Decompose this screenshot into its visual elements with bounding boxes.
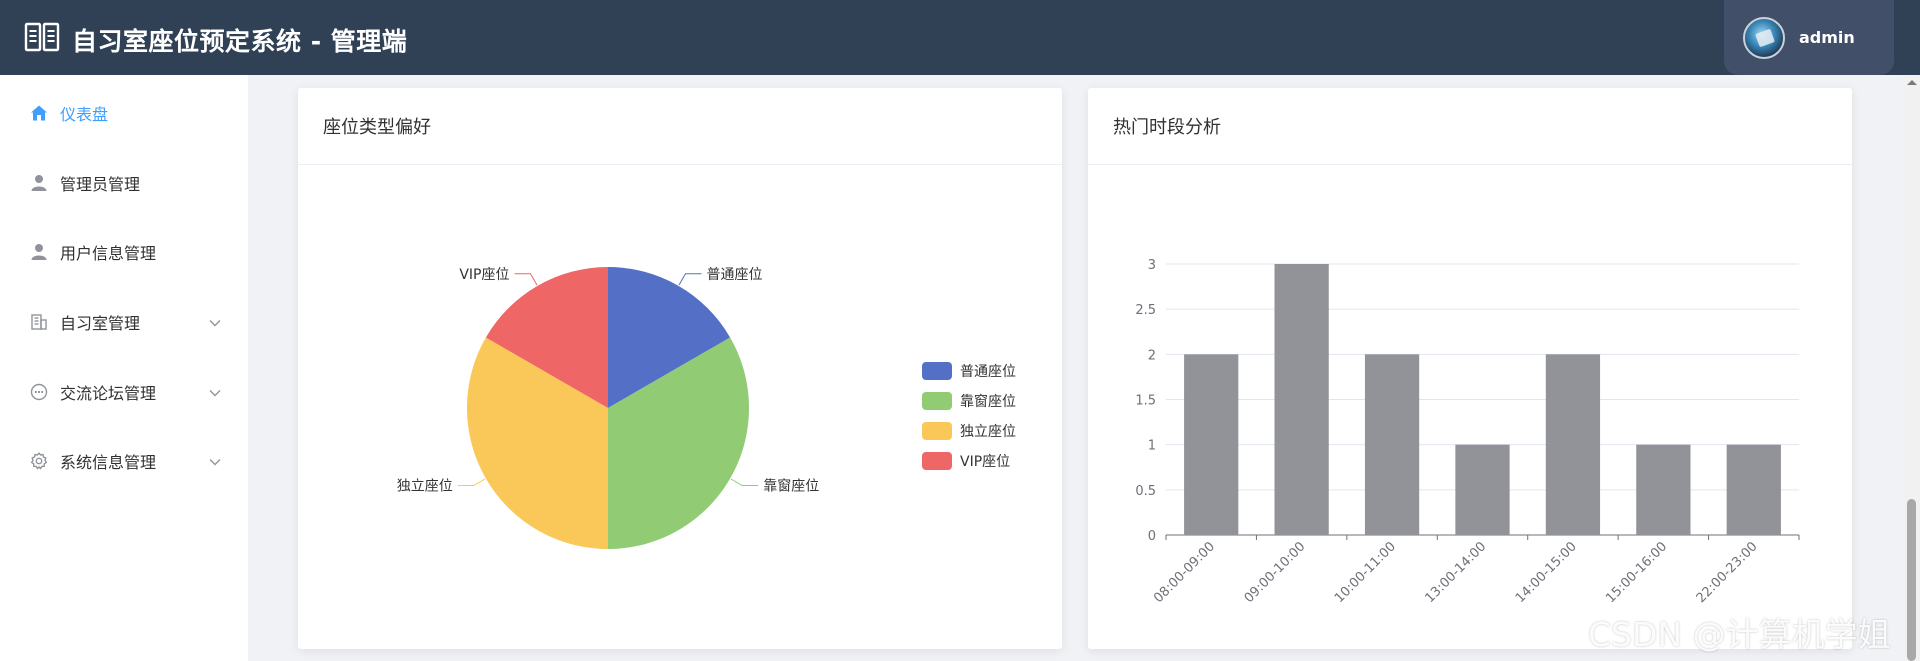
legend-label[interactable]: 独立座位 (960, 424, 1016, 440)
chevron-down-icon[interactable] (208, 454, 222, 468)
home-icon (29, 103, 49, 123)
bar[interactable] (1274, 264, 1329, 535)
seat-type-card: 座位类型偏好 普通座位 靠窗座位 独立座位 VIP座位 普通座位 靠窗座位 独立座位 VIP座… (298, 88, 1062, 649)
pie-label: 靠窗座位 (763, 478, 819, 495)
x-tick-label: 15:00-16:00 (1603, 539, 1670, 606)
bar[interactable] (1636, 444, 1691, 535)
gear-icon (29, 451, 49, 471)
sidebar-item-user-info-management[interactable]: 用户信息管理 (0, 232, 248, 272)
pie-label-line (457, 478, 486, 486)
user-icon (29, 173, 49, 193)
legend-label[interactable]: 靠窗座位 (960, 393, 1016, 410)
pie-chart: 普通座位靠窗座位独立座位VIP座位普通座位靠窗座位独立座位VIP座位 (397, 267, 1016, 549)
sidebar-item-forum-management[interactable]: 交流论坛管理 (0, 372, 248, 412)
y-tick-label: 2 (1148, 348, 1156, 363)
sidebar-item-study-room-management[interactable]: 自习室管理 (0, 302, 248, 342)
chevron-down-icon[interactable] (208, 315, 222, 329)
y-tick-label: 1.5 (1135, 394, 1156, 409)
x-tick-label: 14:00-15:00 (1513, 539, 1580, 606)
legend-swatch[interactable] (922, 392, 952, 410)
bar[interactable] (1455, 444, 1510, 535)
watermark: CSDN @计算机学姐 (1588, 615, 1891, 654)
building-icon (29, 312, 49, 332)
user-icon (29, 242, 49, 262)
sidebar-item-label: 系统信息管理 (60, 453, 157, 472)
pie-label-line (678, 273, 702, 286)
app-header: 自习室座位预定系统 - 管理端 admin (0, 0, 1920, 75)
bar[interactable] (1184, 354, 1239, 535)
sidebar-item-label: 管理员管理 (60, 175, 141, 194)
legend-swatch[interactable] (922, 422, 952, 440)
bar[interactable] (1364, 354, 1420, 535)
sidebar: 仪表盘 管理员管理 用户信息管理 自习室管理 交流论坛管理 系统信息管理 (0, 75, 248, 661)
pie-label: 普通座位 (707, 267, 763, 283)
avatar[interactable] (1743, 16, 1785, 59)
chat-icon (29, 382, 49, 402)
legend-label[interactable]: VIP座位 (960, 454, 1010, 470)
sidebar-item-label: 仪表盘 (60, 105, 109, 124)
pie-label: 独立座位 (397, 479, 453, 495)
sidebar-item-label: 用户信息管理 (60, 244, 157, 263)
username[interactable]: admin (1799, 28, 1855, 47)
app-title: 自习室座位预定系统 - 管理端 (72, 27, 408, 56)
scroll-up-icon[interactable] (1907, 80, 1917, 85)
y-tick-label: 1 (1148, 439, 1156, 454)
bar-chart: 0 0.5 1 1.5 2 2.5 3 08:00-09:00 09:00-10:00 10:00… (1135, 258, 1800, 606)
x-tick-label: 22:00-23:00 (1694, 539, 1761, 606)
pie-label-line (730, 478, 759, 486)
legend-label[interactable]: 普通座位 (960, 364, 1016, 380)
x-tick-label: 09:00-10:00 (1242, 539, 1309, 606)
y-tick-label: 0 (1148, 529, 1156, 544)
x-tick-label: 10:00-11:00 (1332, 539, 1399, 606)
sidebar-item-label: 交流论坛管理 (60, 384, 157, 403)
x-tick-label: 08:00-09:00 (1151, 539, 1218, 606)
chevron-down-icon[interactable] (208, 385, 222, 399)
pie-label: VIP座位 (459, 267, 509, 283)
y-tick-label: 0.5 (1135, 484, 1156, 499)
y-tick-label: 3 (1148, 258, 1156, 273)
sidebar-item-label: 自习室管理 (60, 314, 141, 333)
peak-hours-card: 热门时段分析 0 0.5 1 1.5 2 2.5 3 08:00-09:00 09:00-10:… (1088, 88, 1852, 649)
x-tick-label: 13:00-14:00 (1422, 539, 1489, 606)
bar[interactable] (1726, 444, 1781, 535)
page-scrollbar[interactable] (1903, 75, 1920, 661)
bar[interactable] (1545, 354, 1601, 535)
legend-swatch[interactable] (922, 452, 952, 470)
legend-swatch[interactable] (922, 362, 952, 380)
sidebar-item-dashboard[interactable]: 仪表盘 (0, 93, 248, 133)
book-open-icon (24, 21, 60, 53)
y-tick-label: 2.5 (1135, 303, 1156, 318)
sidebar-item-admin-management[interactable]: 管理员管理 (0, 163, 248, 203)
pie-label-line (514, 273, 538, 286)
user-menu[interactable]: admin (1724, 0, 1894, 75)
scrollbar-thumb[interactable] (1907, 499, 1916, 661)
sidebar-item-system-info-management[interactable]: 系统信息管理 (0, 441, 248, 481)
